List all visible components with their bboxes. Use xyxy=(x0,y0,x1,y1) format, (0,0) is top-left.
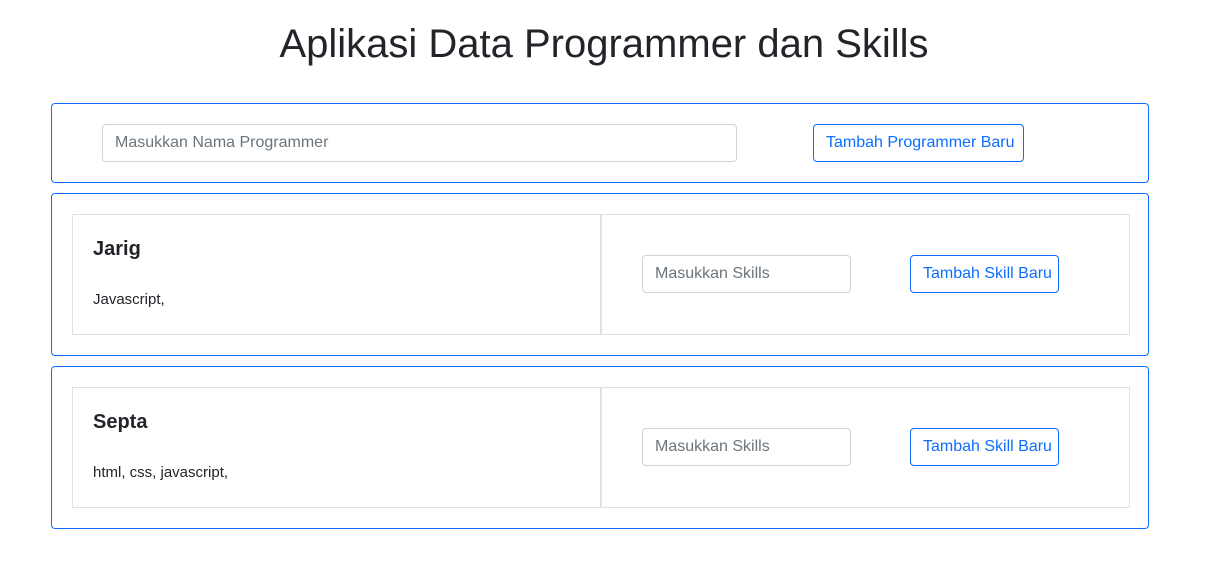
programmer-info: Septa html, css, javascript, xyxy=(73,388,602,507)
page-title: Aplikasi Data Programmer dan Skills xyxy=(279,22,929,66)
programmer-skills: html, css, javascript, xyxy=(93,464,229,481)
programmer-card-body: Septa html, css, javascript, Tambah Skil… xyxy=(72,387,1130,508)
programmer-name-input[interactable] xyxy=(102,124,737,162)
skill-form: Tambah Skill Baru xyxy=(602,215,1129,334)
programmer-card-body: Jarig Javascript, Tambah Skill Baru xyxy=(72,214,1130,335)
add-skill-button[interactable]: Tambah Skill Baru xyxy=(910,428,1059,466)
programmer-name: Septa xyxy=(93,411,148,433)
add-programmer-card: Tambah Programmer Baru xyxy=(51,103,1149,183)
skill-input[interactable] xyxy=(642,428,851,466)
add-programmer-button[interactable]: Tambah Programmer Baru xyxy=(813,124,1024,162)
skill-input[interactable] xyxy=(642,255,851,293)
skill-form: Tambah Skill Baru xyxy=(602,388,1129,507)
programmer-name: Jarig xyxy=(93,238,141,260)
programmer-skills: Javascript, xyxy=(93,291,165,308)
programmer-info: Jarig Javascript, xyxy=(73,215,602,334)
add-skill-button[interactable]: Tambah Skill Baru xyxy=(910,255,1059,293)
programmer-card: Jarig Javascript, Tambah Skill Baru xyxy=(51,193,1149,356)
programmer-card: Septa html, css, javascript, Tambah Skil… xyxy=(51,366,1149,529)
